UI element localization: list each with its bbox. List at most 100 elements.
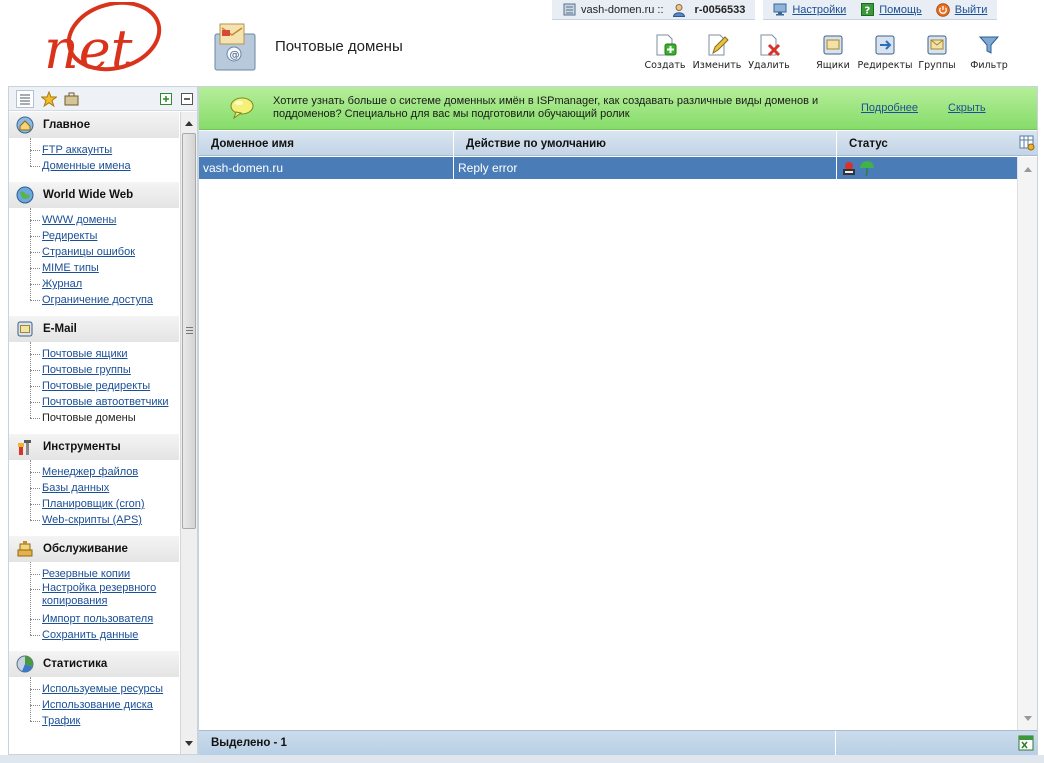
menu-item-mail-redirects[interactable]: Почтовые редиректы xyxy=(30,378,179,394)
export-excel-icon[interactable] xyxy=(1018,735,1034,751)
table-scroll-up-icon[interactable] xyxy=(1020,161,1036,177)
menu-item-traffic[interactable]: Трафик xyxy=(30,713,179,729)
section-title: Инструменты xyxy=(43,441,121,453)
menu-item-save-data[interactable]: Сохранить данные xyxy=(30,627,179,643)
delete-icon xyxy=(756,32,782,58)
menu-item-www-domains[interactable]: WWW домены xyxy=(30,212,179,228)
section-header-statistics[interactable]: Статистика xyxy=(9,651,179,677)
net-logo[interactable]: net xyxy=(38,2,164,78)
section-header-email[interactable]: E-Mail xyxy=(9,316,179,342)
column-header-default-action[interactable]: Действие по умолчанию xyxy=(453,131,836,156)
menu-item-ftp-accounts[interactable]: FTP аккаунты xyxy=(30,142,179,158)
collapse-all-icon[interactable] xyxy=(178,90,196,108)
mailboxes-button[interactable]: Ящики xyxy=(808,32,858,71)
menu-item-import-user[interactable]: Импорт пользователя xyxy=(30,611,179,627)
sidebar-scrollbar[interactable] xyxy=(180,112,197,754)
filter-button[interactable]: Фильтр xyxy=(964,32,1014,71)
logout-link[interactable]: Выйти xyxy=(955,4,988,16)
groups-button[interactable]: Группы xyxy=(912,32,962,71)
redirects-label: Редиректы xyxy=(857,60,913,71)
menu-item-databases[interactable]: Базы данных xyxy=(30,480,179,496)
menu-item-scheduler[interactable]: Планировщик (cron) xyxy=(30,496,179,512)
redirect-icon xyxy=(872,32,898,58)
help-icon: ? xyxy=(860,3,874,17)
menu-item-error-pages[interactable]: Страницы ошибок xyxy=(30,244,179,260)
svg-text:?: ? xyxy=(864,6,870,17)
section-title: Статистика xyxy=(43,658,108,670)
table-row[interactable]: vash-domen.ru Reply error xyxy=(199,157,1017,179)
mail-icon xyxy=(15,319,35,339)
briefcase-tab-icon[interactable] xyxy=(62,90,80,108)
menu-item-mail-groups[interactable]: Почтовые группы xyxy=(30,362,179,378)
menu-item-disk-usage[interactable]: Использование диска xyxy=(30,697,179,713)
column-header-status[interactable]: Статус xyxy=(836,131,1017,156)
menu-item-file-manager[interactable]: Менеджер файлов xyxy=(30,464,179,480)
menu-item-resources[interactable]: Используемые ресурсы xyxy=(30,681,179,697)
table-scrollbar[interactable] xyxy=(1017,157,1037,730)
section-header-tools[interactable]: Инструменты xyxy=(9,434,179,460)
banner-text: Хотите узнать больше о системе доменных … xyxy=(273,95,819,120)
umbrella-icon xyxy=(859,160,875,176)
menu-item-backup-settings[interactable]: Настройка резервного копирования xyxy=(30,582,179,611)
sidebar-scroll-thumb[interactable] xyxy=(182,133,196,529)
section-items: FTP аккаунты Доменные имена xyxy=(9,138,179,182)
sidebar-menu: Главное FTP аккаунты Доменные имена Worl… xyxy=(9,112,179,754)
menu-item-domain-names[interactable]: Доменные имена xyxy=(30,158,179,174)
cell-status xyxy=(836,157,1017,179)
expand-all-icon[interactable] xyxy=(157,90,175,108)
menu-item-mail-domains[interactable]: Почтовые домены xyxy=(30,410,179,426)
mailbox-icon xyxy=(820,32,846,58)
menu-item-mail-autoresponders[interactable]: Почтовые автоответчики xyxy=(30,394,179,410)
menu-item-log[interactable]: Журнал xyxy=(30,276,179,292)
stats-icon xyxy=(15,654,35,674)
section-items: Используемые ресурсы Использование диска… xyxy=(9,677,179,737)
menu-section-maintenance: Обслуживание Резервные копии Настройка р… xyxy=(9,536,179,651)
table-scroll-down-icon[interactable] xyxy=(1020,710,1036,726)
create-button[interactable]: Создать xyxy=(640,32,690,71)
banner-hide-link[interactable]: Скрыть xyxy=(948,102,986,114)
menu-item-access-restriction[interactable]: Ограничение доступа xyxy=(30,292,179,308)
delete-button[interactable]: Удалить xyxy=(744,32,794,71)
help-link[interactable]: Помощь xyxy=(879,4,922,16)
footer-divider xyxy=(835,731,836,755)
cell-domain: vash-domen.ru xyxy=(203,161,284,175)
menu-item-mime-types[interactable]: MIME типы xyxy=(30,260,179,276)
menu-item-web-scripts[interactable]: Web-скрипты (APS) xyxy=(30,512,179,528)
favorites-tab-icon[interactable] xyxy=(40,90,58,108)
banner-more-link[interactable]: Подробнее xyxy=(861,102,918,114)
scroll-down-icon[interactable] xyxy=(181,735,197,751)
selection-count: Выделено - 1 xyxy=(211,737,287,749)
user-icon xyxy=(672,3,686,17)
section-header-maintenance[interactable]: Обслуживание xyxy=(9,536,179,562)
logo-text: net xyxy=(44,18,133,78)
menu-tab-icon[interactable] xyxy=(16,90,34,108)
section-header-www[interactable]: World Wide Web xyxy=(9,182,179,208)
edit-icon xyxy=(704,32,730,58)
menu-section-main: Главное FTP аккаунты Доменные имена xyxy=(9,112,179,182)
settings-link[interactable]: Настройки xyxy=(792,4,846,16)
speech-bubble-icon xyxy=(230,97,256,119)
menu-item-mailboxes[interactable]: Почтовые ящики xyxy=(30,346,179,362)
edit-label: Изменить xyxy=(692,60,742,71)
edit-button[interactable]: Изменить xyxy=(692,32,742,71)
main-panel: Хотите узнать больше о системе доменных … xyxy=(198,86,1038,755)
spam-filter-icon xyxy=(841,160,857,176)
column-header-domain[interactable]: Доменное имя xyxy=(199,131,453,156)
create-label: Создать xyxy=(644,60,686,71)
table-footer: Выделено - 1 xyxy=(199,730,1037,755)
filter-label: Фильтр xyxy=(970,60,1008,71)
logout-icon xyxy=(935,2,950,17)
create-icon xyxy=(652,32,678,58)
scroll-up-icon[interactable] xyxy=(181,115,197,131)
section-header-main[interactable]: Главное xyxy=(9,112,179,138)
column-settings-icon[interactable] xyxy=(1019,135,1035,151)
table-body: vash-domen.ru Reply error xyxy=(199,157,1017,730)
menu-item-redirects[interactable]: Редиректы xyxy=(30,228,179,244)
section-items: WWW домены Редиректы Страницы ошибок MIM… xyxy=(9,208,179,316)
menu-item-backups[interactable]: Резервные копии xyxy=(30,566,179,582)
section-title: Обслуживание xyxy=(43,543,128,555)
mailboxes-label: Ящики xyxy=(816,60,850,71)
sidebar-tabs xyxy=(9,87,197,111)
redirects-button[interactable]: Редиректы xyxy=(857,32,913,71)
cell-default-action: Reply error xyxy=(453,157,836,179)
